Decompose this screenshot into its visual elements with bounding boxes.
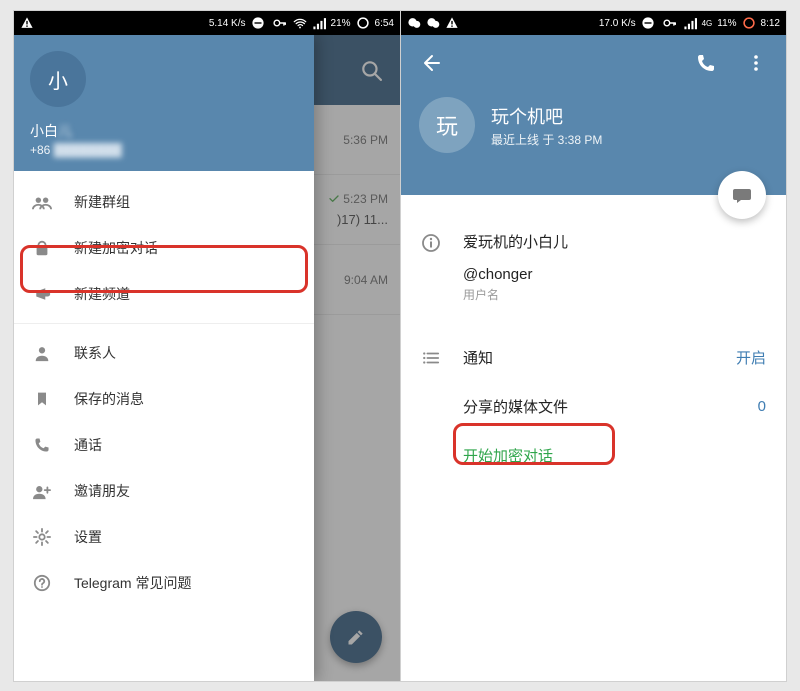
megaphone-icon [32,285,52,303]
saved-messages[interactable]: 保存的消息 [14,376,314,422]
drawer-item-label: 新建群组 [74,192,130,212]
status-bar: 5.14 K/s 21% 6:54 [14,11,400,35]
status-bar: 17.0 K/s 4G 11% 8:12 [401,11,786,35]
info-icon [421,231,441,303]
drawer-item-label: 通话 [74,435,102,455]
shared-media-label: 分享的媒体文件 [463,396,736,417]
username-label: 用户名 [463,286,766,303]
new-group[interactable]: 新建群组 [14,179,314,225]
group-icon [32,192,52,212]
drawer-item-label: 新建加密对话 [74,238,158,258]
contact-icon [32,344,52,362]
list-icon [421,349,441,367]
drawer-divider [14,323,314,324]
profile-name: 玩个机吧 [491,103,602,129]
warning-icon [445,16,459,30]
signal-icon [683,16,697,30]
faq[interactable]: Telegram 常见问题 [14,560,314,606]
wifi-icon [293,16,307,30]
status-speed: 17.0 K/s [599,18,636,29]
drawer-item-label: 联系人 [74,343,116,363]
call-icon [695,52,717,74]
new-channel[interactable]: 新建频道 [14,271,314,317]
contacts[interactable]: 联系人 [14,330,314,376]
message-fab[interactable] [718,171,766,219]
user-name: 小白儿 [30,121,298,141]
calls[interactable]: 通话 [14,422,314,468]
more-icon [746,53,766,73]
notifications-value: 开启 [736,347,766,368]
start-secret-chat[interactable]: 开始加密对话 [401,431,786,480]
status-battery: 11% [717,18,736,29]
key-icon [270,16,288,30]
status-time: 6:54 [375,18,394,29]
profile-content: 爱玩机的小白儿 @chonger 用户名 通知 开启 分享的媒体文件 0 开始加… [401,195,786,480]
status-network: 4G [702,19,713,28]
help-icon [32,574,52,592]
username[interactable]: @chonger [463,266,766,283]
profile-header: 玩 玩个机吧 最近上线 于 3:38 PM [401,35,786,195]
display-name: 爱玩机的小白儿 [463,231,766,252]
key-icon [660,16,678,30]
notifications-row[interactable]: 通知 开启 [401,333,786,382]
more-button[interactable] [736,43,776,83]
drawer-item-label: 新建频道 [74,284,130,304]
settings-icon [32,528,52,546]
user-avatar[interactable]: 小 [30,51,86,107]
phone-left: 5.14 K/s 21% 6:54 5:36 PM 5:23 PM [14,11,400,681]
status-battery: 21% [331,18,351,29]
chat-icon [732,185,752,205]
back-button[interactable] [411,43,451,83]
warning-icon [20,16,34,30]
drawer-list: 新建群组 新建加密对话 新建频道 联系人 保存的消息 [14,171,314,614]
user-phone: +86 ████████ [30,143,298,157]
profile-last-seen: 最近上线 于 3:38 PM [491,131,602,148]
call-button[interactable] [686,43,726,83]
wechat-icon [407,16,421,30]
status-speed: 5.14 K/s [209,18,246,29]
clock-icon [356,16,370,30]
shared-media-count: 0 [758,398,766,415]
status-time: 8:12 [761,18,780,29]
start-secret-chat-label: 开始加密对话 [463,445,766,466]
drawer-item-label: Telegram 常见问题 [74,573,191,593]
info-section: 爱玩机的小白儿 @chonger 用户名 [401,223,786,311]
wechat-icon [426,16,440,30]
notifications-label: 通知 [463,347,714,368]
drawer-header: 小 小白儿 +86 ████████ [14,35,314,171]
dnd-icon [251,16,265,30]
phone-right: 17.0 K/s 4G 11% 8:12 玩 玩个机吧 [400,11,786,681]
bookmark-icon [32,390,52,408]
drawer-item-label: 保存的消息 [74,389,144,409]
profile-avatar[interactable]: 玩 [419,97,475,153]
dnd-icon [641,16,655,30]
new-secret-chat[interactable]: 新建加密对话 [14,225,314,271]
call-icon [32,436,52,454]
back-icon [420,52,442,74]
navigation-drawer: 小 小白儿 +86 ████████ 新建群组 新建加密对话 新建频道 [14,35,314,681]
invite-friends[interactable]: 邀请朋友 [14,468,314,514]
invite-icon [32,482,52,500]
drawer-item-label: 邀请朋友 [74,481,130,501]
clock-icon [742,16,756,30]
signal-icon [312,16,326,30]
drawer-item-label: 设置 [74,527,102,547]
lock-icon [32,239,52,257]
settings[interactable]: 设置 [14,514,314,560]
shared-media-row[interactable]: 分享的媒体文件 0 [401,382,786,431]
